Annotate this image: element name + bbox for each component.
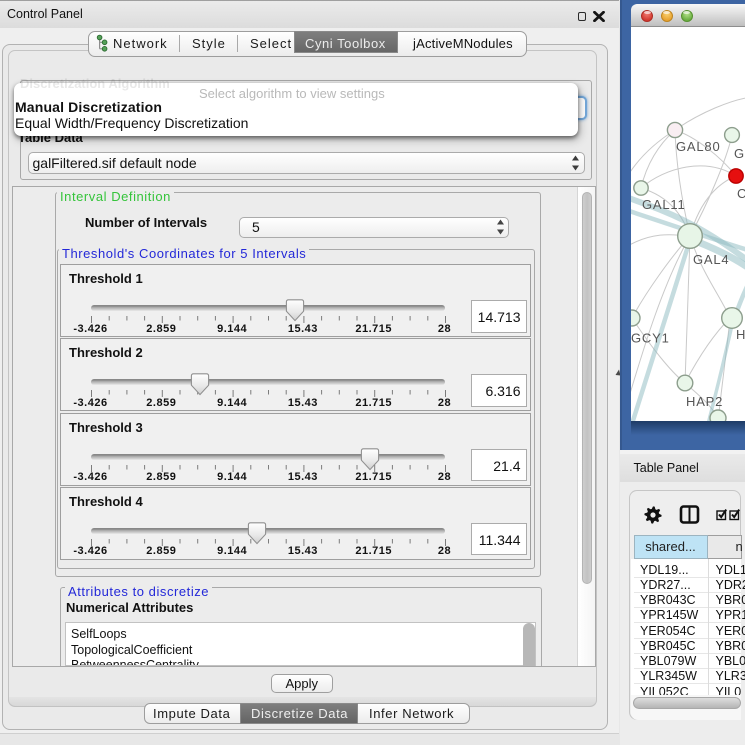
- svg-text:GAL11: GAL11: [642, 197, 686, 212]
- svg-text:G: G: [734, 146, 745, 161]
- svg-text:C: C: [737, 186, 745, 201]
- svg-text:GAL4: GAL4: [693, 252, 729, 267]
- svg-text:H: H: [736, 327, 745, 342]
- svg-text:GAL80: GAL80: [676, 139, 720, 154]
- svg-text:HAP2: HAP2: [686, 394, 723, 409]
- svg-text:GCY1: GCY1: [631, 331, 670, 346]
